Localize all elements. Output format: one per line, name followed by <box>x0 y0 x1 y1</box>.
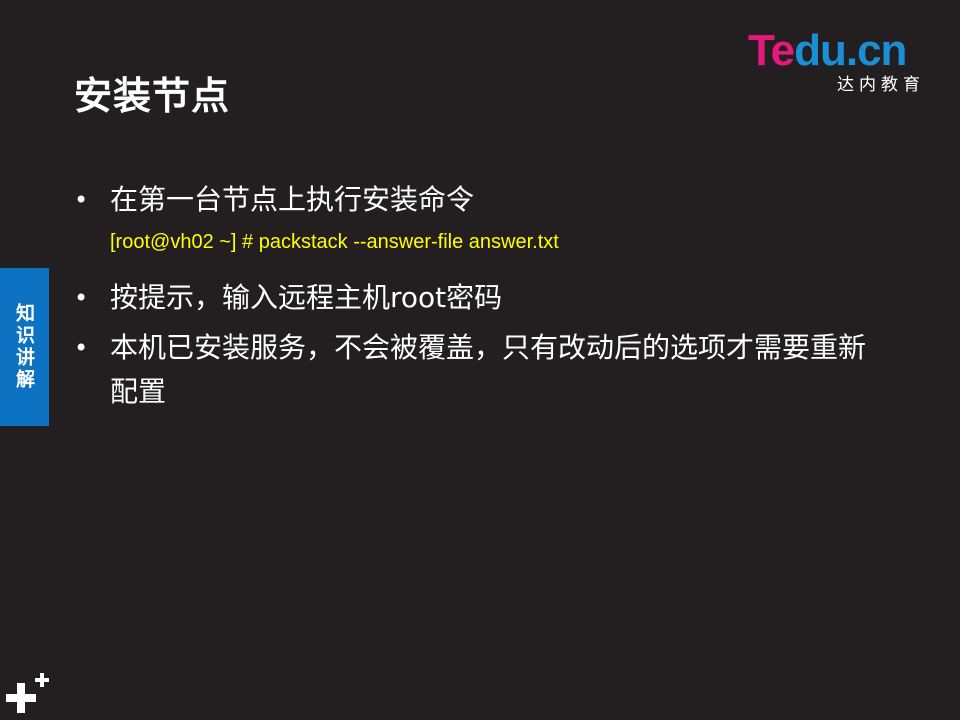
bullet-item: • 按提示，输入远程主机root密码 <box>74 276 874 320</box>
bullet-dot: • <box>74 186 89 214</box>
page-title: 安装节点 <box>74 74 231 118</box>
command-line: [root@vh02 ~] # packstack --answer-file … <box>110 231 559 253</box>
tedu-logo: Tedu.cn 达内教育 <box>748 26 933 98</box>
logo-wordmark: Tedu.cn <box>748 26 907 76</box>
logo-word-part2: du.cn <box>794 26 907 75</box>
bullet-item: • 本机已安装服务，不会被覆盖，只有改动后的选项才需要重新配置 <box>74 326 874 414</box>
bullet-dot: • <box>74 284 89 312</box>
bullet-item: • 在第一台节点上执行安装命令 <box>74 178 874 222</box>
bullet-list: • 在第一台节点上执行安装命令 [root@vh02 ~] # packstac… <box>74 178 874 414</box>
plus-icon <box>6 673 49 713</box>
bullet-dot: • <box>74 334 89 362</box>
side-tab-label: 知识讲解 <box>13 303 35 391</box>
bullet-text: 本机已安装服务，不会被覆盖，只有改动后的选项才需要重新配置 <box>110 331 867 408</box>
bullet-text: 在第一台节点上执行安装命令 <box>110 183 475 216</box>
logo-subtitle: 达内教育 <box>837 75 925 95</box>
side-tab: 知识讲解 <box>0 268 49 426</box>
bullet-text: 按提示，输入远程主机root密码 <box>110 281 503 314</box>
logo-word-part1: Te <box>748 26 795 75</box>
